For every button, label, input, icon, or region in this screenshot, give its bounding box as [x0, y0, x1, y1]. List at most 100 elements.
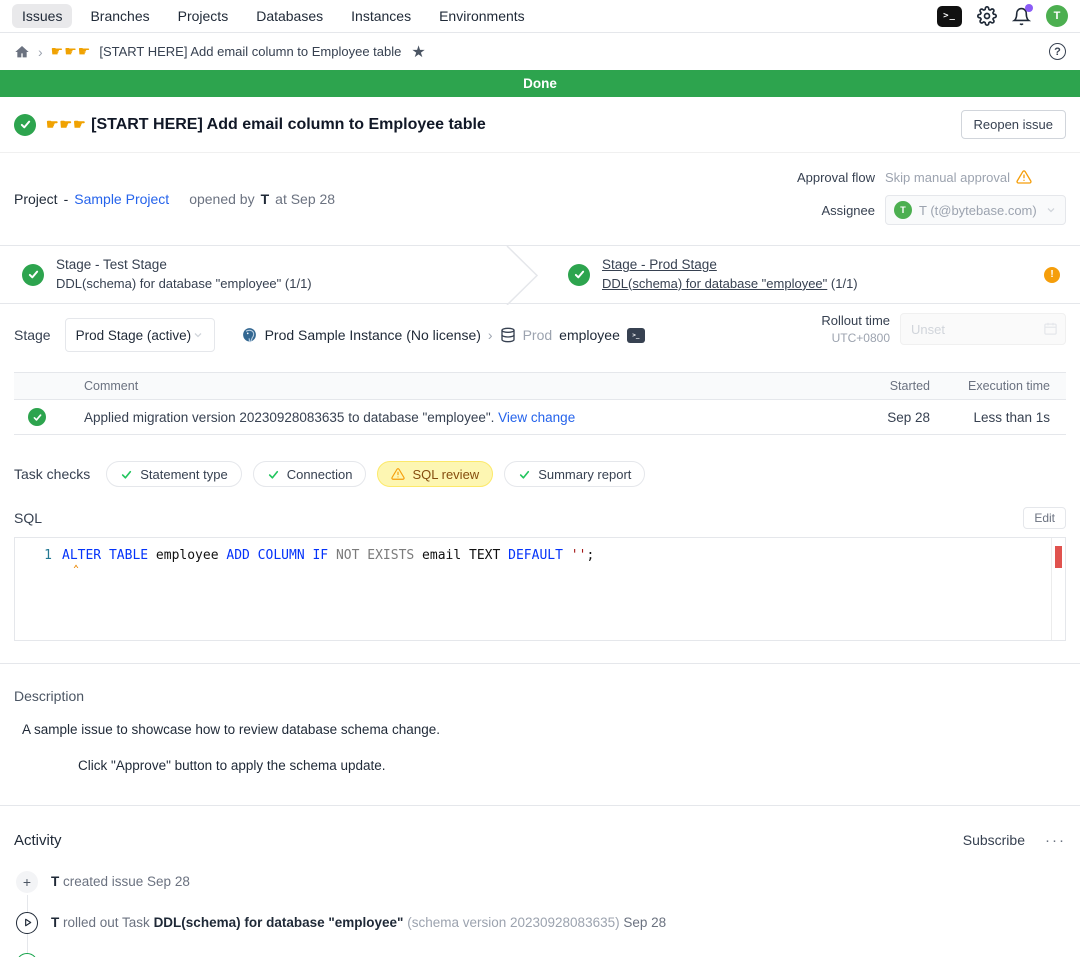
stage-separator: [505, 246, 539, 305]
activity-item: +T created issue Sep 28: [14, 871, 1066, 893]
activity-text: T created issue Sep 28: [51, 874, 190, 889]
approval-flow-value: Skip manual approval: [885, 170, 1010, 185]
nav-right: >_ T: [937, 5, 1068, 27]
sql-section-header: SQL Edit: [14, 507, 1066, 529]
approval-flow-label: Approval flow: [797, 170, 875, 185]
stage-title: Stage - Test Stage: [56, 255, 312, 275]
activity-item: T rolled out Task DDL(schema) for databa…: [14, 912, 1066, 934]
nav-item-issues[interactable]: Issues: [12, 4, 72, 28]
stage-prod[interactable]: Stage - Prod Stage DDL(schema) for datab…: [540, 246, 1080, 303]
rollout-time: Rollout time UTC+0800: [821, 312, 1066, 347]
issue-title-row: ☛☛☛ [START HERE] Add email column to Emp…: [0, 97, 1080, 153]
timezone-label: UTC+0800: [821, 330, 890, 347]
done-check-icon: [14, 114, 36, 136]
task-run-table: Comment Started Execution time Applied m…: [14, 372, 1066, 435]
table-row[interactable]: Applied migration version 20230928083635…: [14, 400, 1066, 435]
project-label: Project: [14, 191, 58, 207]
pointing-emoji: ☛☛☛: [51, 43, 92, 60]
database-path: Prod Sample Instance (No license) › Prod…: [241, 327, 645, 344]
activity-timeline: +T created issue Sep 28 T rolled out Task…: [14, 871, 1066, 957]
database-name[interactable]: employee: [559, 327, 620, 343]
assignee-value: T (t@bytebase.com): [919, 203, 1038, 218]
reopen-issue-button[interactable]: Reopen issue: [961, 110, 1067, 139]
stage-bar: Stage Prod Stage (active) Prod Sample In…: [0, 304, 1080, 358]
dash: -: [64, 191, 69, 207]
stage-select[interactable]: Prod Stage (active): [65, 318, 215, 352]
bell-icon[interactable]: [1012, 7, 1031, 26]
table-header: Comment Started Execution time: [14, 372, 1066, 400]
opened-at: at Sep 28: [275, 191, 335, 207]
open-sql-editor-icon[interactable]: >_: [627, 328, 645, 343]
nav-item-projects[interactable]: Projects: [168, 4, 239, 28]
check-icon: [120, 468, 133, 481]
task-check-summary-report[interactable]: Summary report: [504, 461, 645, 487]
stage-subtitle: DDL(schema) for database "employee" (1/1…: [56, 275, 312, 294]
status-banner: Done: [0, 70, 1080, 97]
chevron-right-icon: ›: [488, 327, 493, 343]
description-text: A sample issue to showcase how to review…: [22, 720, 1066, 740]
star-icon[interactable]: ★: [411, 42, 425, 62]
activity-item: Task DDL(schema) for database "employee"…: [14, 953, 1066, 957]
breadcrumb-title: [START HERE] Add email column to Employe…: [99, 44, 401, 59]
activity-text: T rolled out Task DDL(schema) for databa…: [51, 915, 666, 930]
task-check-label: Summary report: [538, 467, 631, 482]
help-icon[interactable]: ?: [1049, 43, 1066, 60]
activity-label: Activity: [14, 832, 62, 849]
code-line: 1 ALTER TABLE employee ADD COLUMN IF NOT…: [15, 538, 1065, 563]
stage-test[interactable]: Stage - Test Stage DDL(schema) for datab…: [0, 246, 540, 303]
nav-item-instances[interactable]: Instances: [341, 4, 421, 28]
chevron-down-icon: [1045, 204, 1057, 216]
stage-check-icon: [568, 264, 590, 286]
task-check-sql-review[interactable]: SQL review: [377, 461, 493, 487]
warning-triangle-icon: [391, 467, 405, 481]
sql-statement: ALTER TABLE employee ADD COLUMN IF NOT E…: [62, 548, 594, 563]
more-options-icon[interactable]: ···: [1045, 832, 1066, 849]
gear-icon[interactable]: [977, 6, 997, 26]
stage-label: Stage: [14, 327, 51, 343]
project-link[interactable]: Sample Project: [74, 191, 169, 207]
meta-right: Approval flow Skip manual approval Assig…: [797, 169, 1066, 225]
task-started: Sep 28: [876, 410, 946, 425]
task-comment: Applied migration version 20230928083635…: [84, 410, 876, 425]
line-number: 1: [15, 548, 62, 563]
edit-sql-button[interactable]: Edit: [1023, 507, 1066, 529]
stage-title[interactable]: Stage - Prod Stage: [602, 255, 858, 275]
sql-editor[interactable]: 1 ALTER TABLE employee ADD COLUMN IF NOT…: [14, 537, 1066, 641]
chevron-right-icon: ›: [38, 44, 43, 60]
home-icon[interactable]: [14, 44, 30, 60]
rollout-time-label: Rollout time: [821, 312, 890, 330]
overview-ruler: [1051, 538, 1052, 640]
col-comment: Comment: [84, 379, 876, 393]
chevron-down-icon: [192, 329, 204, 341]
stage-alert-icon[interactable]: !: [1044, 267, 1060, 283]
assignee-label: Assignee: [797, 203, 875, 218]
instance-name[interactable]: Prod Sample Instance (No license): [265, 327, 481, 343]
description-label: Description: [14, 688, 1066, 704]
nav-item-environments[interactable]: Environments: [429, 4, 535, 28]
breadcrumb: › ☛☛☛ [START HERE] Add email column to E…: [0, 33, 1080, 70]
task-checks-label: Task checks: [14, 466, 90, 482]
nav-item-branches[interactable]: Branches: [80, 4, 159, 28]
assignee-select[interactable]: T T (t@bytebase.com): [885, 195, 1066, 225]
avatar[interactable]: T: [1046, 5, 1068, 27]
subscribe-button[interactable]: Subscribe: [963, 832, 1025, 848]
sql-label: SQL: [14, 510, 42, 526]
check-icon: [518, 468, 531, 481]
nav-item-databases[interactable]: Databases: [246, 4, 333, 28]
notification-dot: [1025, 4, 1033, 12]
play-icon: [16, 912, 38, 934]
task-check-connection[interactable]: Connection: [253, 461, 367, 487]
col-started: Started: [876, 379, 946, 393]
stage-strip: Stage - Test Stage DDL(schema) for datab…: [0, 245, 1080, 304]
project-line: Project - Sample Project opened by T at …: [14, 169, 335, 225]
success-check-icon: [28, 408, 46, 426]
sql-terminal-icon[interactable]: >_: [937, 6, 962, 27]
activity-section: Activity Subscribe ··· +T created issue …: [0, 806, 1080, 957]
warning-triangle-icon[interactable]: [1016, 169, 1032, 185]
rollout-time-input[interactable]: [900, 313, 1066, 345]
task-check-statement-type[interactable]: Statement type: [106, 461, 241, 487]
description-section: Description A sample issue to showcase h…: [0, 664, 1080, 777]
view-change-link[interactable]: View change: [498, 410, 575, 425]
stage-subtitle[interactable]: DDL(schema) for database "employee" (1/1…: [602, 275, 858, 294]
description-text: Click "Approve" button to apply the sche…: [78, 756, 1066, 776]
